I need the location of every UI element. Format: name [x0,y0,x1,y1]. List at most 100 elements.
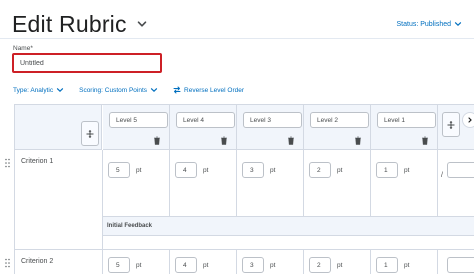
level-name: Level 4 [183,116,204,124]
level-name-input[interactable]: Level 5 [109,112,168,128]
criterion-name[interactable]: Criterion 1 [21,158,53,165]
column-divider [169,150,170,216]
level-header-4: Level 4 [170,105,237,150]
points-input[interactable]: 2 [309,257,331,273]
level-header-5: Level 5 [103,105,170,150]
points-unit: pt [203,167,209,174]
points-input[interactable]: 3 [242,162,264,178]
column-divider [370,250,371,274]
initial-feedback-label: Initial Feedback [107,223,153,229]
add-level-button[interactable] [81,121,99,146]
status-label: Status: Published [396,20,451,28]
points-value: 3 [250,261,254,269]
chevron-down-icon [454,22,462,27]
points-value: 4 [183,261,187,269]
points-value: 4 [183,166,187,174]
level-name-input[interactable]: Level 3 [243,112,302,128]
column-divider [303,250,304,274]
drag-handle-icon[interactable] [5,258,10,268]
name-label: Name* [13,45,33,52]
level-name: Level 3 [250,116,271,124]
level-header-3: Level 3 [237,105,304,150]
criterion-row: Criterion 1 5 pt 4 pt 3 pt 2 pt 1 pt / I… [5,150,474,250]
level-name-input[interactable]: Level 2 [310,112,369,128]
status-dropdown[interactable]: Status: Published [397,20,462,28]
points-input[interactable]: 5 [108,257,130,273]
trash-icon[interactable] [287,136,295,145]
name-input[interactable] [12,53,162,73]
points-value: 1 [384,166,388,174]
level-header-2: Level 2 [304,105,371,150]
points-value: 2 [317,261,321,269]
points-unit: pt [136,167,142,174]
scoring-dropdown[interactable]: Scoring: Custom Points [79,86,158,94]
points-unit: pt [270,167,276,174]
points-input[interactable]: 2 [309,162,331,178]
points-unit: pt [337,262,343,269]
column-divider [169,250,170,274]
chevron-down-icon [150,88,158,93]
header-divider [0,38,474,39]
total-points-input[interactable] [447,257,474,273]
trash-icon[interactable] [220,136,228,145]
add-level-button[interactable] [442,112,460,137]
swap-arrows-icon [173,86,181,94]
trash-icon[interactable] [421,136,429,145]
level-header-1: Level 1 [371,105,438,150]
page-header: Edit Rubric [12,9,147,39]
points-unit: pt [203,262,209,269]
total-points-input[interactable] [447,162,474,178]
points-unit: pt [404,167,410,174]
column-divider [303,150,304,216]
scroll-right-button[interactable] [462,112,474,128]
points-value: 2 [317,166,321,174]
add-level-icon [447,120,455,129]
criteria-header-cell [15,105,102,150]
trash-icon[interactable] [153,136,161,145]
chevron-right-icon [468,117,472,123]
initial-feedback-row: Initial Feedback [103,216,474,236]
points-input[interactable]: 4 [175,257,197,273]
criterion-name[interactable]: Criterion 2 [21,258,53,265]
column-divider [437,150,438,216]
page-title: Edit Rubric [12,10,127,37]
points-value: 3 [250,166,254,174]
level-name: Level 2 [317,116,338,124]
criterion-row: Criterion 2 5 pt 4 pt 3 pt 2 pt 1 pt [5,250,474,274]
trash-icon[interactable] [354,136,362,145]
drag-handle-icon[interactable] [5,158,10,168]
points-input[interactable]: 3 [242,257,264,273]
rubric-grid: Level 5 Level 4 Level 3 Level 2 Level 1 [5,104,474,274]
points-input[interactable]: 4 [175,162,197,178]
overall-header-cell [438,105,474,150]
column-divider [370,150,371,216]
points-input[interactable]: 1 [376,162,398,178]
rubric-toolbar: Type: Analytic Scoring: Custom Points Re… [13,86,244,94]
points-input[interactable]: 5 [108,162,130,178]
scoring-label: Scoring: Custom Points [79,86,148,94]
points-value: 5 [116,261,120,269]
points-value: 1 [384,261,388,269]
level-name: Level 1 [384,116,405,124]
chevron-down-icon[interactable] [137,19,147,29]
points-value: 5 [116,166,120,174]
points-unit: pt [404,262,410,269]
level-name-input[interactable]: Level 1 [377,112,436,128]
points-unit: pt [270,262,276,269]
level-name: Level 5 [116,116,137,124]
column-divider [236,150,237,216]
reverse-label: Reverse Level Order [184,86,245,94]
total-slash: / [441,172,443,179]
points-input[interactable]: 1 [376,257,398,273]
points-unit: pt [136,262,142,269]
add-level-icon [86,129,94,138]
reverse-level-order-button[interactable]: Reverse Level Order [173,86,244,94]
column-divider [437,250,438,274]
column-divider [236,250,237,274]
level-name-input[interactable]: Level 4 [176,112,235,128]
type-dropdown[interactable]: Type: Analytic [13,86,64,94]
chevron-down-icon [57,88,64,93]
type-label: Type: Analytic [13,86,54,94]
points-unit: pt [337,167,343,174]
column-divider [102,250,103,274]
